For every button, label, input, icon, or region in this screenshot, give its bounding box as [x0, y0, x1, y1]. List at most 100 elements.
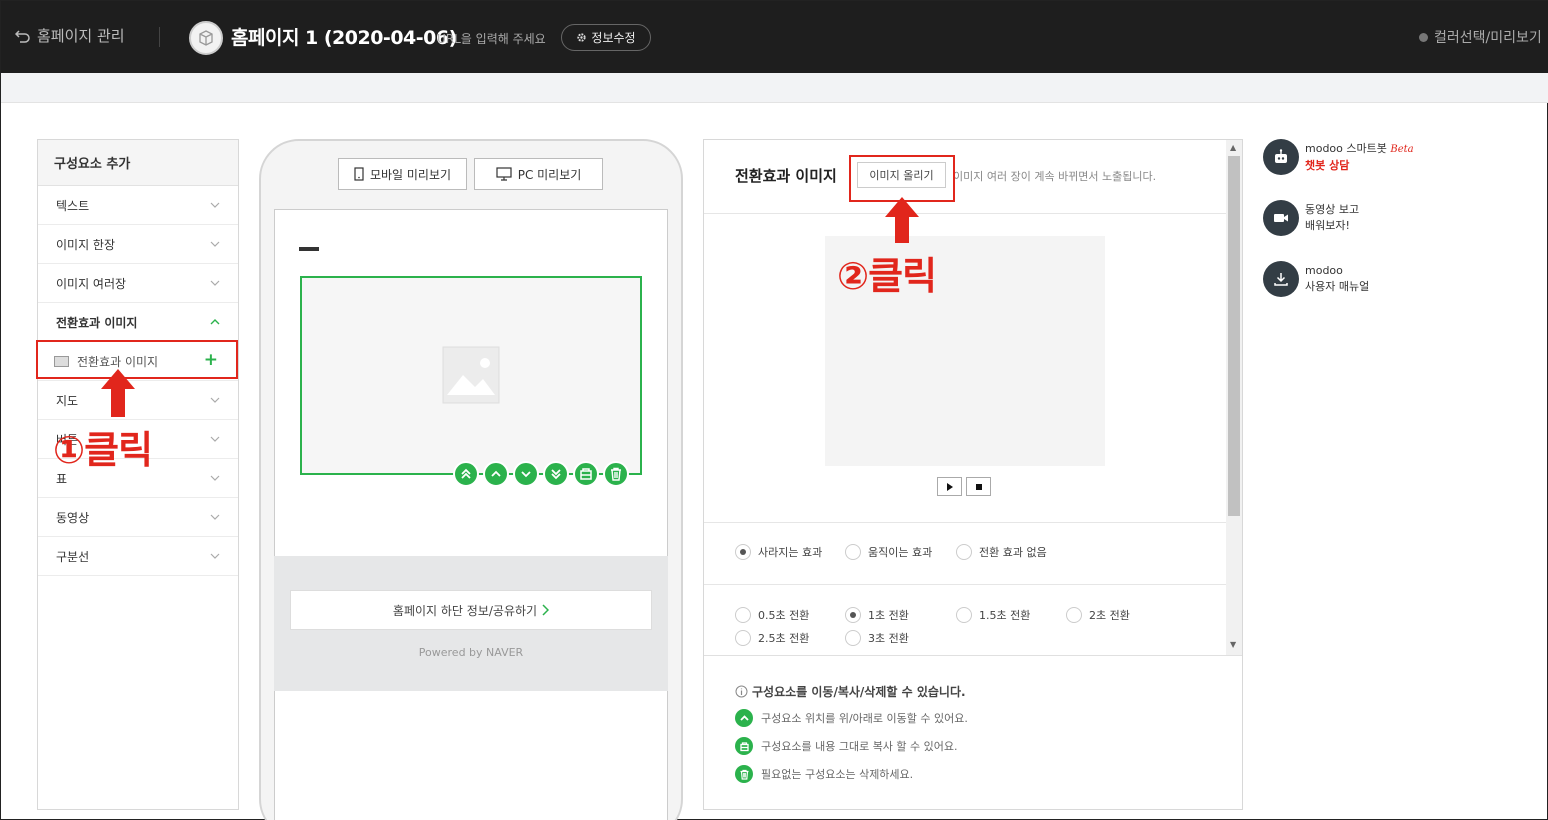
- manual-line2: 사용자 매뉴얼: [1305, 280, 1370, 293]
- item-label: 이미지 여러장: [56, 276, 127, 291]
- site-logo[interactable]: [189, 21, 223, 55]
- divider: [704, 584, 1226, 585]
- radio-label: 1.5초 전환: [979, 609, 1031, 622]
- annotation-step1: ①클릭: [53, 428, 153, 472]
- user-manual-link[interactable]: modoo 사용자 매뉴얼: [1263, 261, 1369, 297]
- chevron-down-icon: [210, 436, 220, 442]
- chevron-down-icon: [210, 514, 220, 520]
- chevron-down-icon: [521, 471, 531, 478]
- radio-label: 1초 전환: [868, 609, 909, 622]
- info-edit-label: 정보수정: [591, 31, 636, 45]
- editor-title: 전환효과 이미지: [735, 167, 837, 185]
- robot-icon: [1263, 139, 1299, 175]
- mobile-icon: [354, 167, 364, 181]
- radio-icon: [845, 630, 861, 646]
- mobile-preview-button[interactable]: 모바일 미리보기: [338, 158, 467, 190]
- divider: [704, 522, 1226, 523]
- mobile-preview-label: 모바일 미리보기: [369, 167, 452, 182]
- item-label: 전환효과 이미지: [56, 315, 138, 330]
- item-label: 지도: [56, 393, 79, 408]
- effect-radio-none[interactable]: 전환 효과 없음: [956, 544, 1047, 560]
- radio-icon: [956, 607, 972, 623]
- interval-radio-1s[interactable]: 1초 전환: [845, 607, 909, 623]
- gear-icon: [577, 33, 587, 42]
- radio-label: 사라지는 효과: [758, 546, 823, 559]
- item-label: 동영상: [56, 510, 90, 525]
- component-item-video[interactable]: 동영상: [38, 498, 238, 537]
- component-item-multi-image[interactable]: 이미지 여러장: [38, 264, 238, 303]
- interval-radio-2s[interactable]: 2초 전환: [1066, 607, 1130, 623]
- component-item-text[interactable]: 텍스트: [38, 186, 238, 225]
- copy-icon: [580, 468, 592, 480]
- site-title: 홈페이지 1 (2020-04-06): [231, 27, 457, 49]
- radio-icon: [845, 544, 861, 560]
- copy-button[interactable]: [573, 461, 599, 487]
- chevron-down-icon: [210, 202, 220, 208]
- sub-bar: [1, 73, 1548, 103]
- red-up-arrow-icon: [885, 197, 919, 243]
- chevron-down-icon: [210, 241, 220, 247]
- effect-radio-move[interactable]: 움직이는 효과: [845, 544, 932, 560]
- panel-title: 구성요소 추가: [38, 140, 238, 186]
- radio-icon: [735, 630, 751, 646]
- image-placeholder-icon: [442, 346, 500, 404]
- copy-help-icon: [735, 737, 753, 755]
- chevron-down-icon: [210, 475, 220, 481]
- component-item-single-image[interactable]: 이미지 한장: [38, 225, 238, 264]
- radio-icon: [735, 544, 751, 560]
- item-label: 이미지 한장: [56, 237, 116, 252]
- info-icon: [735, 685, 748, 698]
- video-tutorial-link[interactable]: 동영상 보고 배워보자!: [1263, 200, 1359, 236]
- url-hint[interactable]: URL을 입력해 주세요: [437, 30, 546, 47]
- annotation-step2: ②클릭: [837, 254, 937, 298]
- pc-preview-button[interactable]: PC 미리보기: [474, 158, 603, 190]
- help-copy-text: 구성요소를 내용 그대로 복사 할 수 있어요.: [761, 740, 958, 753]
- video-camera-icon: [1263, 200, 1299, 236]
- help-delete: 필요없는 구성요소는 삭제하세요.: [735, 765, 913, 783]
- chatbot-consult-link[interactable]: modoo 스마트봇 Beta 챗봇 상담: [1263, 139, 1414, 175]
- double-chevron-down-icon: [551, 469, 561, 480]
- item-label: 구분선: [56, 549, 90, 564]
- effect-radio-fade[interactable]: 사라지는 효과: [735, 544, 822, 560]
- interval-radio-0-5s[interactable]: 0.5초 전환: [735, 607, 809, 623]
- interval-radio-2-5s[interactable]: 2.5초 전환: [735, 630, 809, 646]
- pc-preview-label: PC 미리보기: [517, 167, 582, 182]
- footer-info-share-button[interactable]: 홈페이지 하단 정보/공유하기: [290, 590, 652, 630]
- component-item-map[interactable]: 지도: [38, 381, 238, 420]
- color-select-preview[interactable]: 컬러선택/미리보기: [1419, 27, 1542, 47]
- editor-description: 이미지 여러 장이 계속 바뀌면서 노출됩니다.: [953, 170, 1157, 183]
- dot-icon: [1419, 32, 1428, 42]
- delete-button[interactable]: [603, 461, 629, 487]
- help-move-text: 구성요소 위치를 위/아래로 이동할 수 있어요.: [761, 712, 968, 725]
- chevron-up-icon: [210, 319, 220, 325]
- interval-radio-1-5s[interactable]: 1.5초 전환: [956, 607, 1030, 623]
- help-move: 구성요소 위치를 위/아래로 이동할 수 있어요.: [735, 709, 968, 727]
- divider: [159, 27, 160, 47]
- scroll-up-icon[interactable]: ▲: [1230, 143, 1236, 152]
- scrollbar-thumb[interactable]: [1228, 156, 1240, 516]
- help-delete-text: 필요없는 구성요소는 삭제하세요.: [761, 768, 914, 781]
- move-top-button[interactable]: [453, 461, 479, 487]
- info-edit-button[interactable]: 정보수정: [561, 24, 651, 51]
- stop-icon: [975, 483, 982, 490]
- video-line2: 배워보자!: [1305, 219, 1350, 232]
- radio-label: 전환 효과 없음: [979, 546, 1047, 559]
- interval-radio-3s[interactable]: 3초 전환: [845, 630, 909, 646]
- divider: [704, 655, 1242, 656]
- radio-label: 2초 전환: [1089, 609, 1130, 622]
- scroll-down-icon[interactable]: ▼: [1230, 640, 1236, 649]
- move-bottom-button[interactable]: [543, 461, 569, 487]
- move-down-button[interactable]: [513, 461, 539, 487]
- play-button[interactable]: [937, 477, 962, 496]
- component-add-panel: 구성요소 추가 텍스트 이미지 한장 이미지 여러장 전환효과 이미지 전환효과…: [37, 139, 239, 810]
- radio-label: 움직이는 효과: [868, 546, 933, 559]
- move-up-button[interactable]: [483, 461, 509, 487]
- back-to-homepage-manage[interactable]: 홈페이지 관리: [15, 25, 125, 46]
- component-item-transition-image[interactable]: 전환효과 이미지: [38, 303, 238, 342]
- title-placeholder-dash: [299, 247, 319, 251]
- component-item-divider[interactable]: 구분선: [38, 537, 238, 576]
- radio-label: 3초 전환: [868, 632, 909, 645]
- help-title: 구성요소를 이동/복사/삭제할 수 있습니다.: [735, 683, 966, 700]
- chatbot-line2: 챗봇 상담: [1305, 159, 1350, 172]
- stop-button[interactable]: [966, 477, 991, 496]
